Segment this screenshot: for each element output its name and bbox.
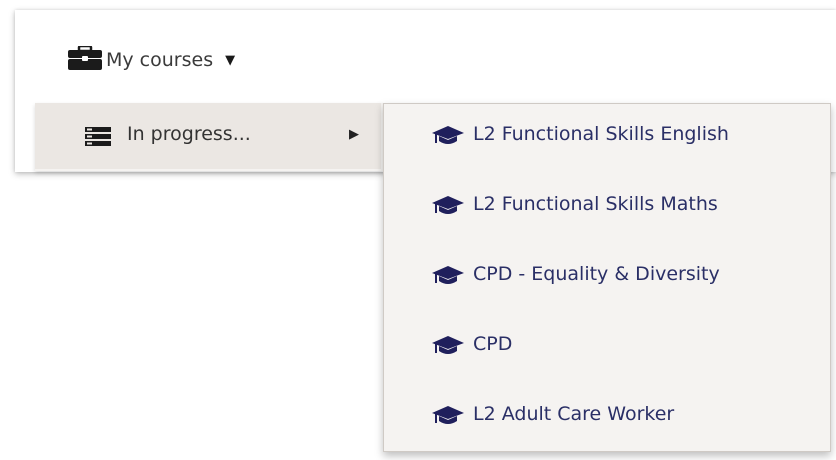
in-progress-label: In progress...	[127, 123, 251, 145]
in-progress-courses-dropdown: L2 Functional Skills English L2 Function…	[383, 103, 831, 452]
caret-right-icon: ▶	[349, 127, 359, 142]
list-icon	[85, 127, 111, 151]
course-item[interactable]: L2 Adult Care Worker	[384, 390, 830, 442]
course-name: CPD - Equality & Diversity	[473, 263, 720, 285]
course-name: L2 Functional Skills Maths	[473, 193, 718, 215]
caret-down-icon: ▼	[225, 52, 236, 68]
course-item[interactable]: CPD	[384, 320, 830, 372]
course-item[interactable]: CPD - Equality & Diversity	[384, 250, 830, 302]
course-item[interactable]: L2 Functional Skills English	[384, 110, 830, 162]
course-name: L2 Functional Skills English	[473, 123, 729, 145]
graduation-cap-icon	[432, 266, 464, 290]
briefcase-icon	[68, 44, 102, 75]
course-item[interactable]: L2 Functional Skills Maths	[384, 180, 830, 232]
graduation-cap-icon	[432, 196, 464, 220]
my-courses-label: My courses	[106, 49, 214, 71]
my-courses-menu-button[interactable]: My courses ▼	[68, 44, 236, 75]
graduation-cap-icon	[432, 406, 464, 430]
in-progress-menu-item[interactable]: In progress... ▶	[35, 103, 381, 169]
graduation-cap-icon	[432, 336, 464, 360]
graduation-cap-icon	[432, 126, 464, 150]
course-name: CPD	[473, 333, 513, 355]
course-name: L2 Adult Care Worker	[473, 403, 675, 425]
